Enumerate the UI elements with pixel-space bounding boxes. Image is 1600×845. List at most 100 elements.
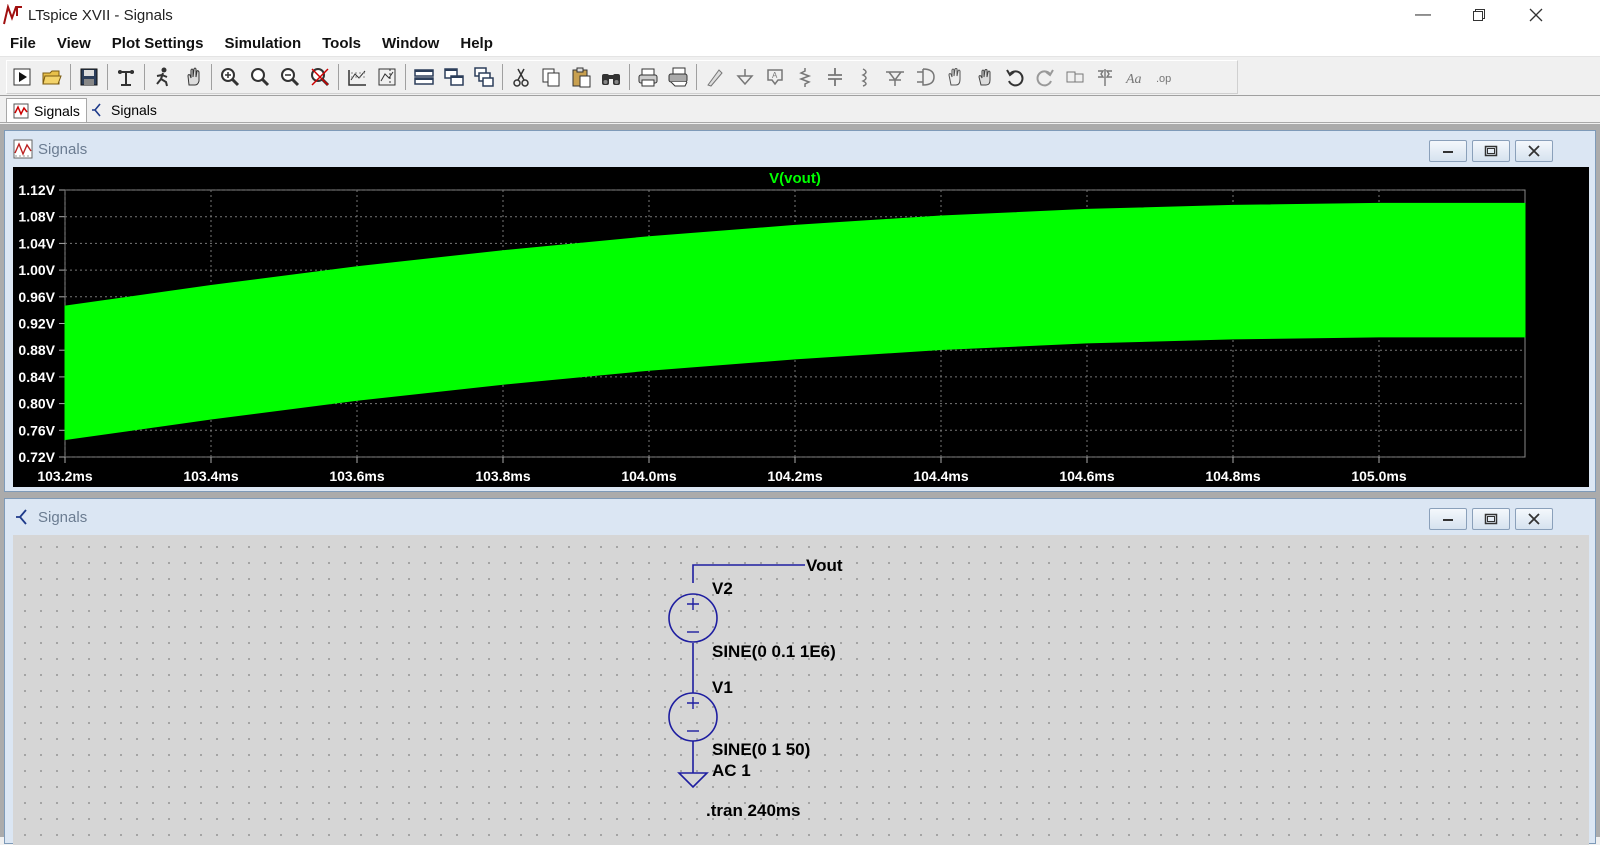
drag-button[interactable] xyxy=(970,63,1000,91)
save-button[interactable] xyxy=(74,63,104,91)
x-tick-label: 104.6ms xyxy=(1059,468,1114,484)
close-button[interactable] xyxy=(1508,0,1564,30)
zoom-cancel-button[interactable] xyxy=(305,63,335,91)
menu-help[interactable]: Help xyxy=(460,35,493,52)
tab-label: Signals xyxy=(111,102,157,118)
component-button[interactable] xyxy=(910,63,940,91)
menu-simulation[interactable]: Simulation xyxy=(224,35,301,52)
waveform-close-button[interactable] xyxy=(1515,140,1553,162)
schematic-close-button[interactable] xyxy=(1515,508,1553,530)
redo-button[interactable] xyxy=(1030,63,1060,91)
diode-button[interactable] xyxy=(880,63,910,91)
y-tick-label: 0.96V xyxy=(18,289,55,305)
print-button[interactable] xyxy=(633,63,663,91)
text-button[interactable]: Aa xyxy=(1120,63,1150,91)
control-panel-button[interactable] xyxy=(111,63,141,91)
mirror-button[interactable] xyxy=(1090,63,1120,91)
wire-button[interactable] xyxy=(700,63,730,91)
tab-schematic-signals[interactable]: Signals xyxy=(84,98,163,122)
waveform-chart[interactable]: 1.12V 1.08V 1.04V 1.00V 0.96V 0.92V 0.88V 0.84V… xyxy=(13,167,1589,487)
ground-symbol[interactable] xyxy=(677,772,709,789)
x-tick-label: 104.4ms xyxy=(913,468,968,484)
trace-vout-band[interactable] xyxy=(64,202,1526,441)
x-tick-label: 103.4ms xyxy=(183,468,238,484)
find-button[interactable] xyxy=(596,63,626,91)
waveform-plot-area[interactable]: 1.12V 1.08V 1.04V 1.00V 0.96V 0.92V 0.88V 0.84V… xyxy=(13,167,1589,487)
waveform-minimize-button[interactable] xyxy=(1429,140,1467,162)
y-tick-label: 0.88V xyxy=(18,342,55,358)
schematic-minimize-button[interactable] xyxy=(1429,508,1467,530)
x-tick-label: 104.0ms xyxy=(621,468,676,484)
trace-label-vout[interactable]: V(vout) xyxy=(769,170,821,187)
print-setup-button[interactable] xyxy=(663,63,693,91)
menu-tools[interactable]: Tools xyxy=(322,35,361,52)
cut-button[interactable] xyxy=(506,63,536,91)
toolbar-separator xyxy=(502,64,503,90)
rotate-button[interactable] xyxy=(1060,63,1090,91)
rotate-icon xyxy=(1066,71,1084,83)
cut-icon xyxy=(513,68,529,87)
tab-waveform-signals[interactable]: Signals xyxy=(6,98,87,122)
ground-button[interactable] xyxy=(730,63,760,91)
ground-icon xyxy=(736,69,754,86)
capacitor-button[interactable] xyxy=(820,63,850,91)
menu-view[interactable]: View xyxy=(57,35,91,52)
manual-limits-button[interactable] xyxy=(372,63,402,91)
resistor-button[interactable] xyxy=(790,63,820,91)
v2-value-label[interactable]: SINE(0 0.1 1E6) xyxy=(712,642,836,661)
v1-value-label[interactable]: SINE(0 1 50) xyxy=(712,740,810,759)
undo-button[interactable] xyxy=(1000,63,1030,91)
diode-icon xyxy=(886,71,904,86)
run-button[interactable] xyxy=(7,63,37,91)
toolbar-separator xyxy=(107,64,108,90)
paste-button[interactable] xyxy=(566,63,596,91)
run-sim-button[interactable] xyxy=(148,63,178,91)
inductor-icon xyxy=(861,68,867,87)
menu-window[interactable]: Window xyxy=(382,35,439,52)
open-button[interactable] xyxy=(37,63,67,91)
zoom-in-button[interactable] xyxy=(245,63,275,91)
move-button[interactable] xyxy=(940,63,970,91)
schematic-canvas[interactable]: Vout V2 SINE(0 0.1 1E6) V1 SINE(0 1 50) … xyxy=(13,535,1589,845)
schematic-drawing[interactable]: Vout V2 SINE(0 0.1 1E6) V1 SINE(0 1 50) … xyxy=(13,535,1589,845)
v1-voltage-source[interactable] xyxy=(668,692,718,742)
toolbar-separator xyxy=(338,64,339,90)
waveform-window-title: Signals xyxy=(38,140,88,158)
copy-button[interactable] xyxy=(536,63,566,91)
v2-name-label[interactable]: V2 xyxy=(712,579,733,598)
tran-directive[interactable]: .tran 240ms xyxy=(706,801,801,820)
x-tick-label: 104.2ms xyxy=(767,468,822,484)
minimize-button[interactable]: — xyxy=(1395,0,1451,30)
halt-icon xyxy=(187,67,200,86)
label-net-button[interactable]: A xyxy=(760,63,790,91)
halt-button[interactable] xyxy=(178,63,208,91)
tile-horizontal-button[interactable] xyxy=(409,63,439,91)
wire-icon xyxy=(707,69,723,87)
svg-text:.op: .op xyxy=(1156,73,1171,85)
menu-bar: File View Plot Settings Simulation Tools… xyxy=(0,30,1600,57)
x-tick-label: 104.8ms xyxy=(1205,468,1260,484)
y-tick-label: 1.04V xyxy=(18,235,55,251)
inductor-button[interactable] xyxy=(850,63,880,91)
spice-directive-button[interactable]: .op xyxy=(1150,63,1180,91)
waveform-restore-button[interactable] xyxy=(1472,140,1510,162)
zoom-out-icon xyxy=(281,68,300,87)
autorange-button[interactable] xyxy=(342,63,372,91)
tile-vertical-button[interactable] xyxy=(439,63,469,91)
restore-button[interactable] xyxy=(1451,0,1507,30)
y-tick-label: 1.08V xyxy=(18,209,55,225)
zoom-out-button[interactable] xyxy=(275,63,305,91)
schematic-window: Signals Vout V2 SINE(0 0.1 1E6) V1 SINE(… xyxy=(4,498,1596,845)
schematic-restore-button[interactable] xyxy=(1472,508,1510,530)
toolbar-separator xyxy=(405,64,406,90)
v2-voltage-source[interactable] xyxy=(668,593,718,643)
v1-ac-label[interactable]: AC 1 xyxy=(712,761,751,780)
menu-file[interactable]: File xyxy=(10,35,36,52)
menu-plot-settings[interactable]: Plot Settings xyxy=(112,35,204,52)
vout-wire[interactable] xyxy=(692,564,805,583)
zoom-area-button[interactable] xyxy=(215,63,245,91)
v1-name-label[interactable]: V1 xyxy=(712,678,733,697)
print-icon xyxy=(638,68,658,87)
cascade-button[interactable] xyxy=(469,63,499,91)
net-label-vout[interactable]: Vout xyxy=(806,556,843,575)
